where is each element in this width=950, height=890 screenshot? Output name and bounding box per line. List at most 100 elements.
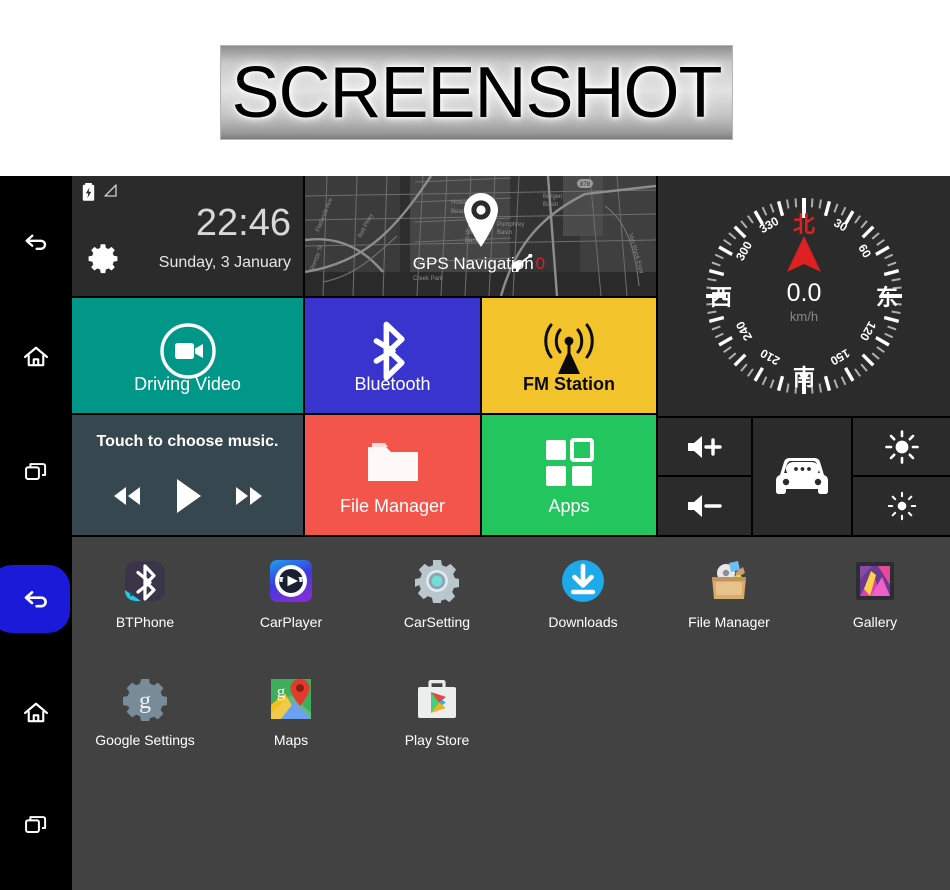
tile-label-fm-station: FM Station — [523, 374, 615, 394]
play-store-icon — [418, 680, 456, 718]
app-label-maps: Maps — [273, 732, 309, 748]
tile-label-apps: Apps — [548, 496, 590, 516]
downloads-icon — [562, 560, 604, 602]
car-head-unit-screen: 22:46 Sunday, 3 January Flatlands Ave Be… — [0, 176, 950, 890]
back-icon — [24, 591, 47, 608]
volume-down-icon — [687, 495, 722, 517]
app-item-btphone[interactable]: BTPhone — [72, 545, 218, 663]
tile-bluetooth[interactable]: Bluetooth — [305, 298, 480, 413]
fast-forward-icon[interactable] — [233, 484, 265, 508]
apps-grid-icon — [546, 438, 594, 486]
gear-icon — [88, 244, 118, 274]
dashboard: 22:46 Sunday, 3 January Flatlands Ave Be… — [72, 176, 950, 535]
music-title: Touch to choose music. — [96, 433, 279, 450]
speed-unit: km/h — [789, 309, 819, 324]
volume-up-icon — [687, 435, 722, 458]
brightness-down-button[interactable] — [853, 477, 950, 535]
clock-time: 22:46 — [195, 202, 291, 244]
rewind-icon[interactable] — [111, 484, 143, 508]
screen-content: 22:46 Sunday, 3 January Flatlands Ave Be… — [72, 176, 950, 890]
app-item-downloads[interactable]: Downloads — [510, 545, 656, 663]
file-manager-icon — [712, 561, 746, 599]
radio-tower-icon — [544, 323, 594, 374]
folder-icon — [367, 443, 418, 481]
sidebar-item-home-drawer[interactable] — [0, 677, 72, 749]
recents-icon — [25, 816, 47, 833]
maps-icon: g — [271, 679, 311, 719]
volume-up-button[interactable] — [658, 418, 751, 475]
car-assistant-button[interactable] — [753, 418, 851, 535]
tile-music-player[interactable]: Touch to choose music. — [72, 415, 303, 535]
navigation-sidebar — [0, 176, 72, 890]
app-grid: BTPhone CarPlayer CarSetting Downloads F… — [72, 545, 950, 781]
app-label-carplayer: CarPlayer — [259, 614, 323, 630]
tile-driving-video[interactable]: Driving Video — [72, 298, 303, 413]
sidebar-item-back-top[interactable] — [0, 206, 72, 278]
recents-icon — [25, 463, 47, 480]
app-label-file-manager: File Manager — [688, 614, 770, 630]
speed-value: 0.0 — [786, 279, 822, 307]
tile-fm-station[interactable]: FM Station — [482, 298, 656, 413]
app-label-btphone: BTPhone — [115, 614, 175, 630]
banner-area: SCREENSHOT — [0, 0, 950, 176]
home-icon — [23, 346, 49, 367]
app-item-carsetting[interactable]: CarSetting — [364, 545, 510, 663]
app-item-file-manager[interactable]: File Manager — [656, 545, 802, 663]
brightness-low-icon — [887, 491, 916, 521]
svg-text:g: g — [139, 688, 151, 714]
app-drawer: BTPhone CarPlayer CarSetting Downloads F… — [72, 537, 950, 890]
gps-navigation-tile[interactable]: Flatlands Ave Belt Pkwy Sheepy St Howard… — [305, 176, 656, 296]
compass-south-label: 南 — [792, 366, 816, 391]
status-bar — [82, 183, 118, 201]
app-label-google-settings: Google Settings — [95, 732, 195, 748]
bluetooth-icon — [373, 321, 405, 381]
gps-satellite-count: 0 — [535, 254, 546, 273]
app-item-play-store[interactable]: Play Store — [364, 663, 510, 781]
banner-title: SCREENSHOT — [231, 52, 722, 133]
compass-needle-icon — [787, 236, 821, 272]
gps-satellite-status: 0 — [509, 254, 545, 274]
gallery-icon — [856, 562, 894, 600]
clock-widget[interactable]: 22:46 Sunday, 3 January — [72, 176, 303, 296]
map-pin-icon — [463, 193, 498, 247]
sidebar-item-home-top[interactable] — [0, 321, 72, 393]
volume-down-button[interactable] — [658, 477, 751, 535]
tile-file-manager[interactable]: File Manager — [305, 415, 480, 535]
clock-settings-button[interactable] — [86, 242, 120, 281]
sidebar-item-back-drawer[interactable] — [0, 563, 72, 635]
svg-text:g: g — [277, 682, 286, 701]
app-item-google-settings[interactable]: g Google Settings — [72, 663, 218, 781]
car-chat-icon — [776, 457, 828, 494]
battery-charging-icon — [82, 183, 95, 201]
app-item-carplayer[interactable]: CarPlayer — [218, 545, 364, 663]
brightness-high-icon — [884, 429, 919, 464]
app-label-play-store: Play Store — [404, 732, 470, 748]
carplayer-icon — [270, 560, 312, 602]
app-label-gallery: Gallery — [852, 614, 898, 630]
svg-text:878: 878 — [580, 182, 591, 188]
carsetting-icon — [415, 560, 459, 603]
video-camera-icon — [159, 323, 216, 379]
screenshot-banner: SCREENSHOT — [220, 45, 733, 140]
signal-icon — [104, 184, 117, 197]
sidebar-item-recents-drawer[interactable] — [0, 789, 72, 861]
brightness-up-button[interactable] — [853, 418, 950, 475]
compass-speed-widget[interactable]: 北 东 西 南 30 60 120 150 210 240 300 330 0.… — [658, 176, 950, 416]
app-item-maps[interactable]: g Maps — [218, 663, 364, 781]
app-label-downloads: Downloads — [548, 614, 618, 630]
google-settings-icon: g — [123, 679, 167, 721]
btphone-icon — [125, 561, 165, 601]
back-icon — [25, 234, 47, 250]
tile-label-driving-video: Driving Video — [134, 374, 241, 394]
tile-apps[interactable]: Apps — [482, 415, 656, 535]
svg-text:Creek Park: Creek Park — [413, 276, 444, 282]
play-icon[interactable] — [172, 477, 204, 515]
app-item-gallery[interactable]: Gallery — [802, 545, 948, 663]
tile-label-bluetooth: Bluetooth — [354, 374, 431, 394]
svg-text:Bergen: Bergen — [543, 194, 562, 200]
clock-date: Sunday, 3 January — [158, 254, 291, 271]
compass-north-label: 北 — [792, 213, 816, 238]
svg-text:Basin: Basin — [543, 202, 558, 208]
satellite-dish-icon — [511, 254, 532, 272]
sidebar-item-recents-top[interactable] — [0, 436, 72, 508]
